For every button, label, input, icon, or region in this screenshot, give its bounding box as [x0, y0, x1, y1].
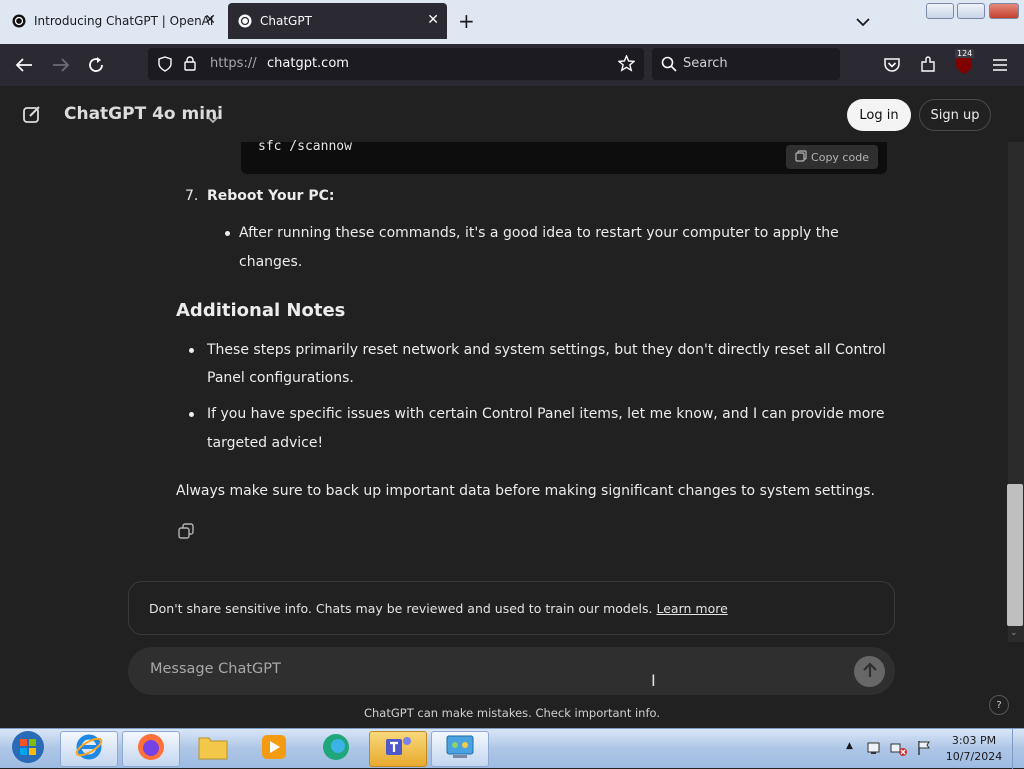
message-composer[interactable]: Message ChatGPT I [128, 647, 895, 695]
notice-text-wrapper: Don't share sensitive info. Chats may be… [149, 601, 728, 616]
windows-logo-icon [11, 730, 45, 768]
reload-icon[interactable] [85, 54, 107, 76]
list-item: targeted advice! [207, 435, 324, 451]
new-tab-icon[interactable]: + [458, 10, 475, 32]
menu-icon[interactable] [989, 54, 1011, 76]
copy-code-button[interactable]: Copy code [786, 145, 878, 169]
show-desktop-button[interactable] [1012, 729, 1024, 769]
model-selector[interactable]: ChatGPT 4o mini [64, 104, 223, 124]
extensions-icon[interactable] [917, 54, 939, 76]
scrollbar-thumb[interactable] [1007, 484, 1023, 626]
bullet-dot [189, 412, 194, 417]
privacy-notice: Don't share sensitive info. Chats may be… [128, 581, 895, 635]
media-player-icon [260, 733, 288, 765]
url-scheme: https:// [210, 56, 257, 71]
list-item: After running these commands, it's a goo… [239, 225, 839, 241]
code-text: sfc /scannow [258, 139, 352, 154]
close-tab-icon[interactable]: ✕ [204, 12, 216, 28]
section-heading: Additional Notes [176, 300, 346, 321]
tab-chatgpt[interactable]: ChatGPT ✕ [228, 3, 447, 39]
search-box[interactable]: Search [652, 48, 840, 80]
clock-time[interactable]: 3:03 PM [948, 734, 1000, 747]
send-button[interactable] [854, 656, 885, 687]
scroll-down-icon[interactable]: ⌄ [1010, 628, 1018, 638]
code-block: sfc /scannow Copy code [241, 139, 887, 174]
maximize-window-button[interactable] [957, 3, 985, 19]
control-panel-icon [445, 733, 475, 765]
new-chat-icon[interactable] [22, 104, 42, 128]
tab-title: ChatGPT [260, 14, 312, 28]
help-button[interactable]: ? [989, 695, 1009, 715]
bullet-dot [189, 348, 194, 353]
taskbar-file-explorer[interactable] [184, 731, 242, 767]
folder-icon [198, 734, 228, 764]
taskbar-teams[interactable] [369, 731, 427, 767]
copy-icon [795, 149, 807, 165]
copy-code-label: Copy code [811, 150, 869, 164]
lock-icon[interactable] [184, 56, 196, 75]
learn-more-link[interactable]: Learn more [656, 601, 727, 616]
network-disconnected-icon[interactable] [890, 740, 908, 760]
list-item: These steps primarily reset network and … [207, 342, 886, 358]
list-item: Panel configurations. [207, 370, 354, 386]
taskbar-internet-explorer[interactable] [60, 731, 118, 767]
notice-text: Don't share sensitive info. Chats may be… [149, 601, 653, 616]
show-hidden-icons-icon[interactable]: ▲ [846, 741, 853, 751]
edge-icon [321, 732, 351, 766]
back-icon[interactable] [13, 54, 35, 76]
shield-icon[interactable] [158, 56, 172, 76]
minimize-window-button[interactable] [926, 3, 954, 19]
closing-paragraph: Always make sure to back up important da… [176, 483, 875, 499]
extension-badge: 124 [955, 49, 975, 58]
windows-taskbar: ▲ 3:03 PM 10/7/2024 [0, 728, 1024, 769]
step-title: Reboot Your PC: [207, 188, 335, 204]
taskbar-edge[interactable] [307, 731, 365, 767]
browser-navbar: https:// chatgpt.com Search 124 [0, 44, 1024, 86]
login-button[interactable]: Log in [847, 99, 911, 131]
taskbar-control-panel[interactable] [431, 731, 489, 767]
list-item: If you have specific issues with certain… [207, 406, 885, 422]
search-placeholder: Search [683, 56, 728, 71]
openai-favicon-icon [12, 14, 26, 28]
chevron-down-icon[interactable] [856, 12, 870, 31]
openai-favicon-icon [238, 14, 252, 28]
copy-response-icon[interactable] [178, 523, 194, 543]
chevron-down-icon[interactable] [207, 109, 219, 128]
close-window-button[interactable] [989, 3, 1019, 19]
text-cursor-icon: I [651, 671, 656, 690]
pocket-icon[interactable] [881, 54, 903, 76]
taskbar-media-player[interactable] [245, 731, 303, 767]
forward-icon[interactable] [50, 54, 72, 76]
address-bar[interactable]: https:// chatgpt.com [148, 48, 644, 80]
browser-tabstrip: Introducing ChatGPT | OpenAI ✕ ChatGPT ✕… [0, 0, 1024, 44]
close-tab-icon[interactable]: ✕ [427, 12, 439, 28]
action-center-icon[interactable] [866, 740, 882, 760]
taskbar-firefox[interactable] [122, 731, 180, 767]
url-host: chatgpt.com [267, 56, 349, 71]
list-item: changes. [239, 254, 303, 270]
chat-header: ChatGPT 4o mini Log in Sign up [0, 86, 1008, 142]
bookmark-star-icon[interactable] [617, 54, 636, 76]
signup-button[interactable]: Sign up [919, 99, 991, 131]
arrow-up-icon [862, 661, 877, 682]
tab-introducing-chatgpt[interactable]: Introducing ChatGPT | OpenAI ✕ [2, 3, 224, 39]
search-icon [661, 56, 677, 76]
flag-icon[interactable] [916, 740, 932, 760]
teams-icon [383, 733, 413, 765]
step-number: 7. [185, 188, 199, 204]
bullet-dot [225, 231, 230, 236]
start-button[interactable] [2, 731, 54, 767]
clock-date[interactable]: 10/7/2024 [944, 750, 1004, 763]
internet-explorer-icon [74, 732, 104, 766]
tab-title: Introducing ChatGPT | OpenAI [34, 14, 214, 28]
firefox-icon [136, 732, 166, 766]
message-input[interactable]: Message ChatGPT [150, 661, 281, 677]
disclaimer-text: ChatGPT can make mistakes. Check importa… [363, 706, 661, 720]
